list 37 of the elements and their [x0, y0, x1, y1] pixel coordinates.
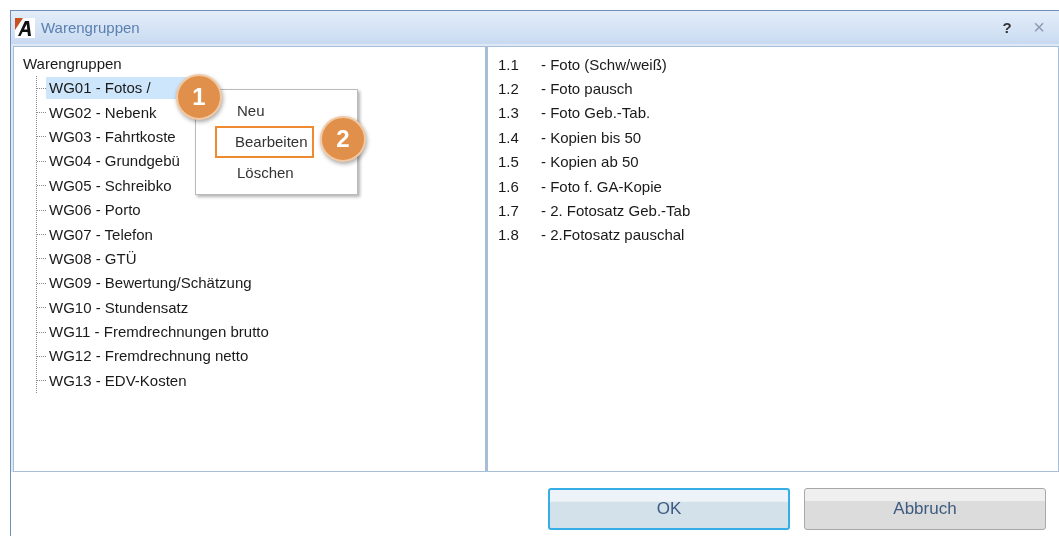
item-number: 1.6 [498, 177, 520, 195]
tree-item[interactable]: WG08 - GTÜ [46, 247, 140, 270]
item-name[interactable]: - Foto Geb.-Tab. [541, 104, 651, 122]
app-logo-icon [15, 17, 35, 38]
tree-item[interactable]: WG10 - Stundensatz [46, 296, 192, 319]
item-number: 1.3 [498, 104, 520, 122]
tree-item[interactable]: WG11 - Fremdrechnungen brutto [46, 321, 272, 344]
tree-item[interactable]: WG04 - Grundgebü [46, 150, 183, 173]
dialog-button[interactable]: OK [548, 488, 790, 530]
help-button[interactable]: ? [991, 19, 1023, 36]
item-name[interactable]: - Kopien bis 50 [541, 128, 642, 146]
window-title: Warengruppen [41, 19, 141, 36]
tree-item[interactable]: WG13 - EDV-Kosten [46, 369, 190, 392]
tree-root[interactable]: Warengruppen [23, 52, 485, 76]
item-number: 1.4 [498, 128, 520, 146]
tree-item[interactable]: WG02 - Nebenk [46, 101, 160, 124]
item-name[interactable]: - 2.Fotosatz pauschal [541, 226, 685, 244]
item-name[interactable]: - 2. Fotosatz Geb.-Tab [541, 202, 691, 220]
dialog-button[interactable]: Abbruch [804, 488, 1046, 530]
menu-item[interactable]: Löschen [235, 159, 296, 187]
tree-item[interactable]: WG12 - Fremdrechnung netto [46, 345, 252, 368]
item-number: 1.8 [498, 226, 520, 244]
tree-item[interactable]: WG03 - Fahrtkoste [46, 125, 179, 148]
item-name[interactable]: - Kopien ab 50 [541, 153, 639, 171]
item-name[interactable]: - Foto (Schw/weiß) [541, 55, 667, 73]
tree-item[interactable]: WG09 - Bewertung/Schätzung [46, 272, 255, 295]
item-name[interactable]: - Foto pausch [541, 80, 633, 98]
tree-item[interactable]: WG05 - Schreibko [46, 174, 175, 197]
item-number: 1.1 [498, 55, 520, 73]
item-number: 1.2 [498, 80, 520, 98]
item-number: 1.7 [498, 202, 520, 220]
tree-item[interactable]: WG07 - Telefon [46, 223, 156, 246]
menu-item[interactable]: Bearbeiten [215, 126, 314, 158]
tree-item[interactable]: WG06 - Porto [46, 199, 144, 222]
menu-item[interactable]: Neu [235, 97, 267, 125]
item-number: 1.5 [498, 153, 520, 171]
item-name[interactable]: - Foto f. GA-Kopie [541, 177, 662, 195]
